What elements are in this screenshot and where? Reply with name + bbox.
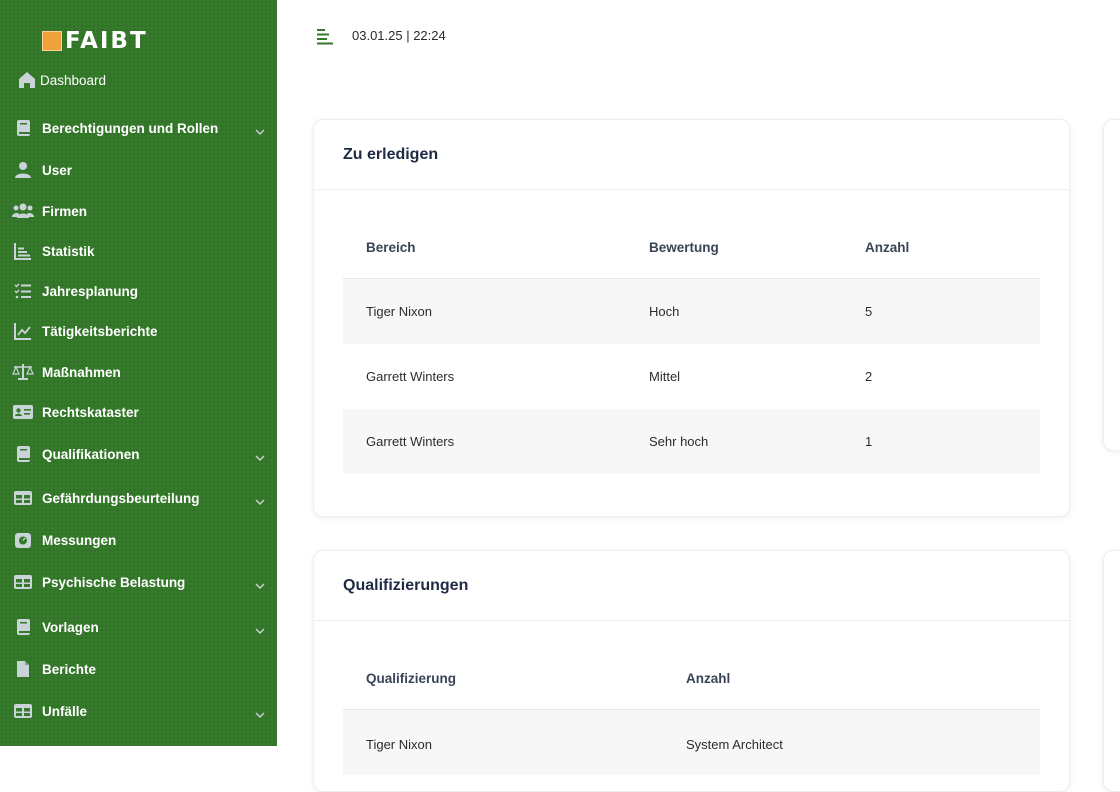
bar-chart-icon [12,240,34,262]
sidebar-item-taetigkeitsberichte[interactable]: Tätigkeitsberichte [0,314,277,348]
menu-lines-icon [317,29,333,45]
cell-anzahl: 2 [865,369,873,384]
menu-toggle-button[interactable] [316,28,334,46]
right-card-partial [1103,550,1120,792]
balance-scale-icon [12,361,34,383]
sidebar-item-massnahmen[interactable]: Maßnahmen [0,355,277,389]
sidebar-item-label: Berichte [42,661,97,677]
qualifizierungen-table: Qualifizierung Anzahl Tiger Nixon System… [343,649,1040,789]
column-header-bereich[interactable]: Bereich [366,240,416,255]
sidebar-item-label: Jahresplanung [42,283,139,299]
right-card-partial [1103,119,1120,451]
card-header: Zu erledigen [314,120,1069,190]
sidebar-item-label: Psychische Belastung [42,574,186,590]
sidebar-item-gefaehrdungsbeurteilung[interactable]: Gefährdungsbeurteilung [0,481,277,515]
table-row[interactable]: Garrett Winters Sehr hoch 1 [343,409,1040,474]
book-icon [12,616,34,638]
table-row[interactable]: Tiger Nixon System Architect [343,710,1040,775]
column-header-bewertung[interactable]: Bewertung [649,240,719,255]
book-icon [12,443,34,465]
logo-mark [42,31,62,51]
sidebar-item-unfaelle[interactable]: Unfälle [0,694,277,728]
line-chart-icon [12,320,34,342]
chevron-down-icon [255,123,265,141]
cell-bereich: Garrett Winters [366,434,455,449]
qualifizierungen-card: Qualifizierungen Qualifizierung Anzahl T… [313,550,1070,792]
logo[interactable]: FAIBT [42,28,148,54]
cell-anzahl: 5 [865,304,873,319]
column-header-qualifizierung[interactable]: Qualifizierung [366,671,456,686]
sidebar-item-jahresplanung[interactable]: Jahresplanung [0,274,277,308]
sidebar-item-messungen[interactable]: Messungen [0,523,277,557]
cell-bewertung: Mittel [649,369,681,384]
sidebar-item-label: Tätigkeitsberichte [42,323,158,339]
chevron-down-icon [255,493,265,511]
sidebar-item-dashboard[interactable]: Dashboard [0,63,277,97]
gauge-icon [12,529,34,551]
column-header-anzahl[interactable]: Anzahl [865,240,909,255]
sidebar-item-berechtigungen[interactable]: Berechtigungen und Rollen [0,111,277,145]
id-card-icon [12,401,34,423]
table-icon [12,571,34,593]
sidebar-item-label: Statistik [42,243,95,259]
sidebar-item-label: Vorlagen [42,619,99,635]
card-title: Qualifizierungen [343,577,469,594]
sidebar-item-label: Unfälle [42,703,88,719]
sidebar-item-user[interactable]: User [0,153,277,187]
user-icon [12,159,34,181]
checklist-icon [12,280,34,302]
cell-anzahl: System Architect [686,737,783,752]
table-icon [12,487,34,509]
todo-card: Zu erledigen Bereich Bewertung Anzahl Ti… [313,119,1070,517]
sidebar-item-label: Dashboard [40,72,107,88]
users-icon [12,200,34,222]
chevron-down-icon [255,577,265,595]
book-icon [12,117,34,139]
table-header: Bereich Bewertung Anzahl [343,218,1040,279]
card-header: Qualifizierungen [314,551,1069,621]
table-row[interactable]: Tiger Nixon Hoch 5 [343,279,1040,344]
sidebar-item-psychische-belastung[interactable]: Psychische Belastung [0,565,277,599]
chevron-down-icon [255,449,265,467]
card-title: Zu erledigen [343,146,439,163]
sidebar-item-label: Berechtigungen und Rollen [42,120,219,136]
sidebar: FAIBT Dashboard Berechtigungen und Rolle… [0,0,277,746]
chevron-down-icon [255,622,265,640]
sidebar-item-label: Maßnahmen [42,364,121,380]
file-icon [12,658,34,680]
column-header-anzahl[interactable]: Anzahl [686,671,730,686]
sidebar-item-label: Gefährdungsbeurteilung [42,490,200,506]
table-icon [12,700,34,722]
cell-bereich: Tiger Nixon [366,304,432,319]
sidebar-item-label: User [42,162,73,178]
home-icon [16,69,38,91]
logo-text: FAIBT [65,28,148,54]
datetime-display: 03.01.25 | 22:24 [352,28,446,43]
sidebar-item-label: Rechtskataster [42,404,139,420]
sidebar-item-rechtskataster[interactable]: Rechtskataster [0,395,277,429]
sidebar-item-firmen[interactable]: Firmen [0,194,277,228]
todo-table: Bereich Bewertung Anzahl Tiger Nixon Hoc… [343,218,1040,478]
table-header: Qualifizierung Anzahl [343,649,1040,710]
chevron-down-icon [255,706,265,724]
cell-bewertung: Hoch [649,304,680,319]
cell-bewertung: Sehr hoch [649,434,709,449]
sidebar-item-label: Qualifikationen [42,446,140,462]
table-row[interactable]: Garrett Winters Mittel 2 [343,344,1040,409]
sidebar-item-label: Firmen [42,203,88,219]
cell-bereich: Garrett Winters [366,369,455,384]
sidebar-item-statistik[interactable]: Statistik [0,234,277,268]
cell-anzahl: 1 [865,434,873,449]
sidebar-item-berichte[interactable]: Berichte [0,652,277,686]
sidebar-item-label: Messungen [42,532,117,548]
sidebar-item-qualifikationen[interactable]: Qualifikationen [0,437,277,471]
sidebar-item-vorlagen[interactable]: Vorlagen [0,610,277,644]
cell-qualifizierung: Tiger Nixon [366,737,432,752]
